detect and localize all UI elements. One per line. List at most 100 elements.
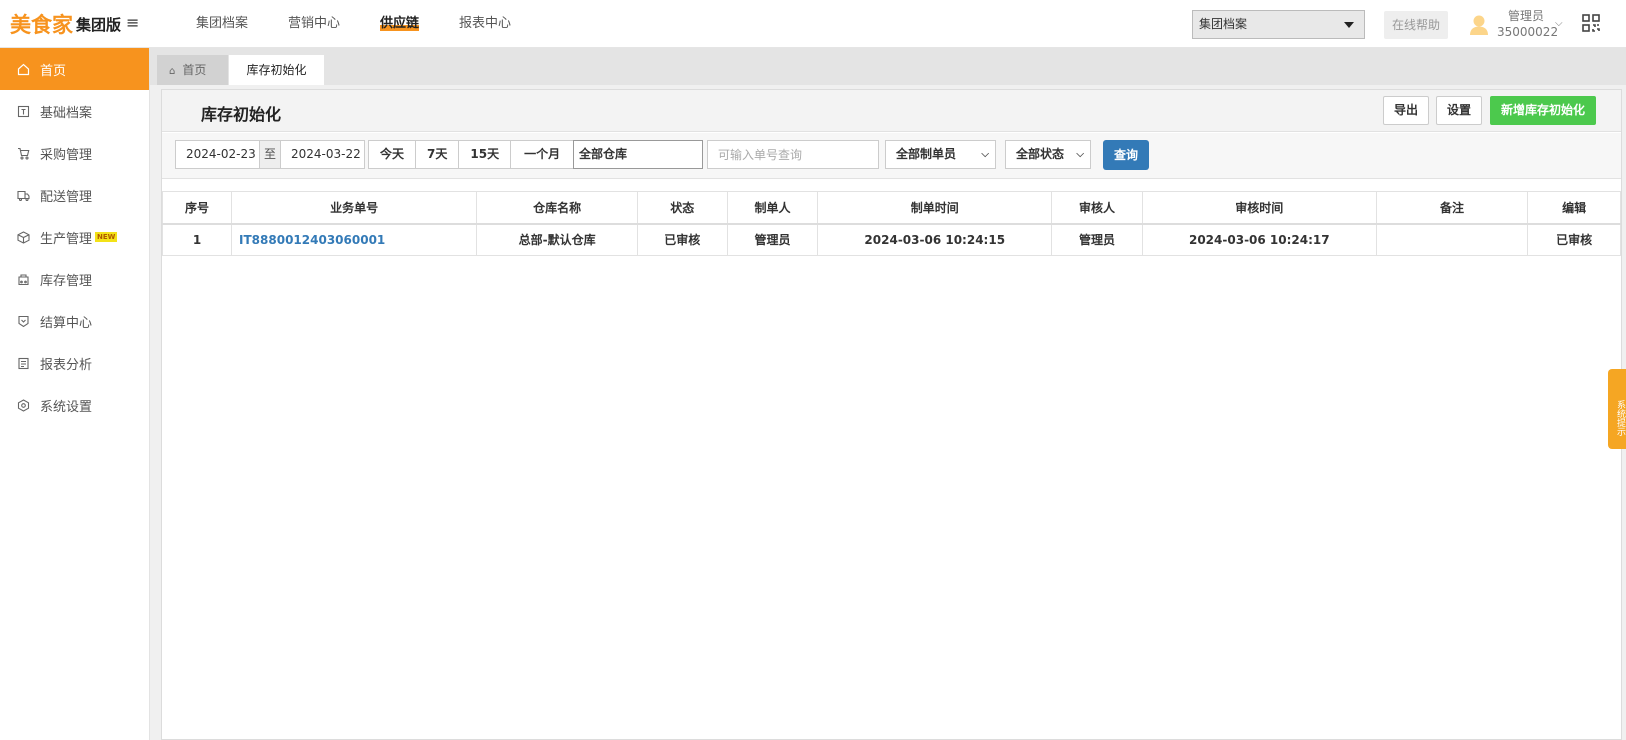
cell-auditor: 管理员 bbox=[1051, 223, 1143, 256]
warehouse-select[interactable]: 全部仓库 bbox=[573, 140, 703, 169]
sidebar-item-label: 基础档案 bbox=[40, 105, 93, 121]
panel-header: 库存初始化 导出 设置 新增库存初始化 bbox=[162, 90, 1621, 132]
content-panel: 库存初始化 导出 设置 新增库存初始化 2024-02-23 至 2024-03… bbox=[161, 89, 1622, 740]
col-header-audit-time: 审核时间 bbox=[1141, 191, 1377, 225]
sidebar-item-delivery[interactable]: 配送管理 bbox=[0, 174, 149, 216]
chevron-down-icon: ⌵ bbox=[981, 149, 989, 160]
tab-home[interactable]: ⌂ 首页 bbox=[157, 55, 228, 85]
system-tip-tab[interactable]: 系统提示 bbox=[1608, 369, 1626, 449]
cell-no: 1 bbox=[161, 223, 233, 256]
truck-icon bbox=[17, 189, 30, 202]
online-help-button[interactable]: 在线帮助 bbox=[1384, 11, 1448, 39]
sidebar-item-inventory[interactable]: 库存管理 bbox=[0, 258, 149, 300]
sidebar-item-label: 配送管理 bbox=[40, 189, 93, 205]
sidebar-item-label: 生产管理 bbox=[40, 231, 93, 247]
gear-icon bbox=[17, 398, 30, 412]
report-icon bbox=[17, 357, 30, 370]
cell-maker: 管理员 bbox=[726, 223, 819, 256]
date-range-separator: 至 bbox=[259, 140, 281, 169]
col-header-edit: 编辑 bbox=[1527, 191, 1621, 225]
home-icon bbox=[17, 63, 30, 76]
topnav-item-reports[interactable]: 报表中心 bbox=[439, 0, 531, 48]
sidebar-item-home[interactable]: 首页 bbox=[0, 48, 149, 90]
sidebar-item-label: 首页 bbox=[40, 63, 67, 79]
cell-audit-time: 2024-03-06 10:24:17 bbox=[1141, 223, 1377, 256]
qr-code-icon[interactable] bbox=[1582, 14, 1600, 32]
table-row[interactable]: 1 IT8880012403060001 总部-默认仓库 已审核 管理员 202… bbox=[161, 223, 1621, 256]
cart-icon bbox=[17, 147, 30, 160]
settings-button[interactable]: 设置 bbox=[1436, 96, 1482, 125]
topnav-item-archive[interactable]: 集团档案 bbox=[176, 0, 268, 48]
col-header-auditor: 审核人 bbox=[1051, 191, 1143, 225]
order-search-input[interactable] bbox=[707, 140, 879, 169]
cell-status: 已审核 bbox=[636, 223, 728, 256]
group-select-value: 集团档案 bbox=[1199, 17, 1248, 31]
edition-label: 集团版 bbox=[76, 15, 122, 34]
group-select[interactable]: 集团档案 bbox=[1192, 10, 1365, 39]
sidebar-item-purchase[interactable]: 采购管理 bbox=[0, 132, 149, 174]
caret-down-icon bbox=[1344, 22, 1354, 28]
cell-note bbox=[1375, 223, 1529, 256]
col-header-make-time: 制单时间 bbox=[817, 191, 1053, 225]
logo[interactable]: 美食家 集团版 bbox=[10, 10, 121, 38]
top-nav: 集团档案 营销中心 供应链 报表中心 bbox=[176, 0, 531, 48]
topnav-item-marketing[interactable]: 营销中心 bbox=[268, 0, 360, 48]
table-header-row: 序号 业务单号 仓库名称 状态 制单人 制单时间 审核人 审核时间 备注 编辑 bbox=[161, 191, 1621, 225]
col-header-maker: 制单人 bbox=[726, 191, 819, 225]
col-header-order: 业务单号 bbox=[231, 191, 478, 225]
settle-icon bbox=[17, 315, 30, 328]
top-bar: 美食家 集团版 ≡ 集团档案 营销中心 供应链 报表中心 集团档案 在线帮助 管… bbox=[0, 0, 1626, 48]
tab-home-label: 首页 bbox=[182, 63, 207, 77]
col-header-no: 序号 bbox=[161, 191, 233, 225]
maker-select-value: 全部制单员 bbox=[896, 147, 957, 161]
tab-bar: ⌂ 首页 库存初始化 bbox=[150, 48, 1626, 85]
quick-7days-button[interactable]: 7天 bbox=[416, 141, 460, 168]
user-info[interactable]: 管理员 35000022 bbox=[1497, 8, 1558, 40]
tab-inventory-init[interactable]: 库存初始化 bbox=[229, 55, 324, 85]
stock-icon bbox=[17, 273, 30, 286]
sidebar-item-label: 结算中心 bbox=[40, 315, 93, 331]
inventory-init-table: 序号 业务单号 仓库名称 状态 制单人 制单时间 审核人 审核时间 备注 编辑 … bbox=[161, 191, 1621, 256]
quick-date-group: 今天 7天 15天 一个月 bbox=[368, 140, 575, 169]
export-button[interactable]: 导出 bbox=[1383, 96, 1429, 125]
cell-make-time: 2024-03-06 10:24:15 bbox=[817, 223, 1053, 256]
sidebar-item-label: 库存管理 bbox=[40, 273, 93, 289]
quick-today-button[interactable]: 今天 bbox=[369, 141, 417, 168]
topnav-item-supply-chain[interactable]: 供应链 bbox=[360, 0, 439, 48]
filter-bar: 2024-02-23 至 2024-03-22 今天 7天 15天 一个月 全部… bbox=[162, 133, 1621, 179]
sidebar-item-label: 采购管理 bbox=[40, 147, 93, 163]
cell-warehouse: 总部-默认仓库 bbox=[476, 223, 638, 256]
archive-icon bbox=[17, 105, 30, 118]
menu-toggle-icon[interactable]: ≡ bbox=[126, 14, 139, 32]
cube-icon bbox=[17, 230, 30, 244]
date-to-input[interactable]: 2024-03-22 bbox=[280, 140, 365, 169]
user-name: 管理员 bbox=[1507, 9, 1544, 23]
col-header-status: 状态 bbox=[636, 191, 728, 225]
query-button[interactable]: 查询 bbox=[1103, 140, 1149, 170]
col-header-note: 备注 bbox=[1375, 191, 1529, 225]
home-icon: ⌂ bbox=[169, 66, 176, 77]
chevron-down-icon: ⌵ bbox=[1076, 149, 1084, 160]
sidebar-item-report[interactable]: 报表分析 bbox=[0, 342, 149, 384]
add-inventory-init-button[interactable]: 新增库存初始化 bbox=[1490, 96, 1596, 125]
new-badge: NEW bbox=[95, 232, 118, 242]
logo-text: 美食家 bbox=[10, 13, 73, 37]
page-title: 库存初始化 bbox=[201, 105, 282, 124]
cell-edit: 已审核 bbox=[1527, 223, 1621, 256]
sidebar-item-label: 报表分析 bbox=[40, 357, 93, 373]
quick-15days-button[interactable]: 15天 bbox=[459, 141, 512, 168]
order-number-link[interactable]: IT8880012403060001 bbox=[231, 223, 478, 256]
sidebar-item-archive[interactable]: 基础档案 bbox=[0, 90, 149, 132]
main-area: ⌂ 首页 库存初始化 库存初始化 导出 设置 新增库存初始化 2024-02-23… bbox=[150, 48, 1626, 740]
date-from-input[interactable]: 2024-02-23 bbox=[175, 140, 260, 169]
sidebar-item-production[interactable]: 生产管理 NEW bbox=[0, 216, 149, 258]
user-avatar-icon[interactable] bbox=[1469, 14, 1489, 36]
chevron-down-icon[interactable]: ⌵ bbox=[1555, 18, 1563, 29]
sidebar-item-settlement[interactable]: 结算中心 bbox=[0, 300, 149, 342]
status-select[interactable]: 全部状态 ⌵ bbox=[1005, 140, 1091, 169]
maker-select[interactable]: 全部制单员 ⌵ bbox=[885, 140, 996, 169]
sidebar-item-settings[interactable]: 系统设置 bbox=[0, 384, 149, 426]
status-select-value: 全部状态 bbox=[1016, 147, 1065, 161]
sidebar: 首页 基础档案 采购管理 配送管理 生产管理 NEW 库存管理 结算中心 报表分… bbox=[0, 48, 150, 740]
quick-month-button[interactable]: 一个月 bbox=[511, 141, 573, 168]
